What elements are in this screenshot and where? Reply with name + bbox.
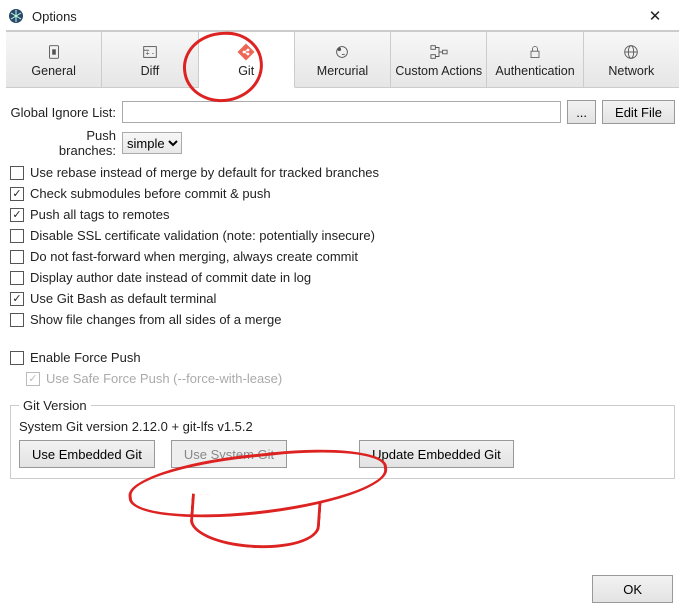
- update-embedded-git-button[interactable]: Update Embedded Git: [359, 440, 514, 468]
- push-branches-select[interactable]: simple: [122, 132, 182, 154]
- window-title: Options: [32, 9, 635, 24]
- app-icon: [8, 8, 24, 24]
- checkbox-force-push[interactable]: [10, 351, 24, 365]
- tab-label: Diff: [141, 64, 160, 78]
- checkbox-author-date[interactable]: [10, 271, 24, 285]
- checkbox-git-bash[interactable]: ✓: [10, 292, 24, 306]
- tab-custom-actions[interactable]: Custom Actions: [391, 31, 487, 87]
- tab-label: General: [31, 64, 75, 78]
- tab-label: Authentication: [495, 64, 574, 78]
- mercurial-icon: [332, 42, 352, 62]
- diff-icon: +-: [140, 42, 160, 62]
- ok-button[interactable]: OK: [592, 575, 673, 603]
- git-version-legend: Git Version: [19, 398, 91, 413]
- checkbox-label: Display author date instead of commit da…: [30, 269, 311, 287]
- tab-network[interactable]: Network: [584, 31, 679, 87]
- tab-authentication[interactable]: Authentication: [487, 31, 583, 87]
- checkbox-label: Check submodules before commit & push: [30, 185, 271, 203]
- checkbox-label: Use rebase instead of merge by default f…: [30, 164, 379, 182]
- tab-mercurial[interactable]: Mercurial: [295, 31, 391, 87]
- browse-button[interactable]: ...: [567, 100, 596, 124]
- checkbox-label: Push all tags to remotes: [30, 206, 169, 224]
- git-icon: [236, 42, 256, 62]
- git-version-group: Git Version System Git version 2.12.0 + …: [10, 398, 675, 479]
- checkbox-label: Enable Force Push: [30, 349, 141, 367]
- lock-icon: [525, 42, 545, 62]
- checkbox-label: Use Git Bash as default terminal: [30, 290, 216, 308]
- tab-label: Git: [238, 64, 254, 78]
- use-system-git-button: Use System Git: [171, 440, 287, 468]
- globe-icon: [621, 42, 641, 62]
- ignore-list-input[interactable]: [122, 101, 561, 123]
- tab-diff[interactable]: +- Diff: [102, 31, 198, 87]
- checkbox-no-ff[interactable]: [10, 250, 24, 264]
- tab-label: Network: [608, 64, 654, 78]
- tab-strip: General +- Diff Git Mercurial Custom Act…: [6, 30, 679, 88]
- tab-general[interactable]: General: [6, 31, 102, 87]
- close-button[interactable]: ✕: [635, 7, 675, 25]
- flow-icon: [429, 42, 449, 62]
- checkbox-label: Show file changes from all sides of a me…: [30, 311, 281, 329]
- checkbox-disable-ssl[interactable]: [10, 229, 24, 243]
- gear-icon: [44, 42, 64, 62]
- checkbox-label: Disable SSL certificate validation (note…: [30, 227, 375, 245]
- checkbox-all-sides[interactable]: [10, 313, 24, 327]
- tab-label: Custom Actions: [395, 64, 482, 78]
- checkbox-rebase[interactable]: [10, 166, 24, 180]
- tab-label: Mercurial: [317, 64, 368, 78]
- checkbox-submodules[interactable]: ✓: [10, 187, 24, 201]
- checkbox-label: Use Safe Force Push (--force-with-lease): [46, 370, 282, 388]
- svg-text:-: -: [152, 48, 155, 57]
- checkbox-safe-force: ✓: [26, 372, 40, 386]
- annotation-circle: [188, 494, 321, 553]
- ignore-list-label: Global Ignore List:: [10, 105, 122, 120]
- git-version-text: System Git version 2.12.0 + git-lfs v1.5…: [19, 419, 666, 434]
- push-branches-label: Push branches:: [10, 128, 122, 158]
- use-embedded-git-button[interactable]: Use Embedded Git: [19, 440, 155, 468]
- svg-text:+: +: [145, 48, 149, 57]
- checkbox-label: Do not fast-forward when merging, always…: [30, 248, 358, 266]
- edit-file-button[interactable]: Edit File: [602, 100, 675, 124]
- tab-git[interactable]: Git: [199, 31, 295, 88]
- checkbox-push-tags[interactable]: ✓: [10, 208, 24, 222]
